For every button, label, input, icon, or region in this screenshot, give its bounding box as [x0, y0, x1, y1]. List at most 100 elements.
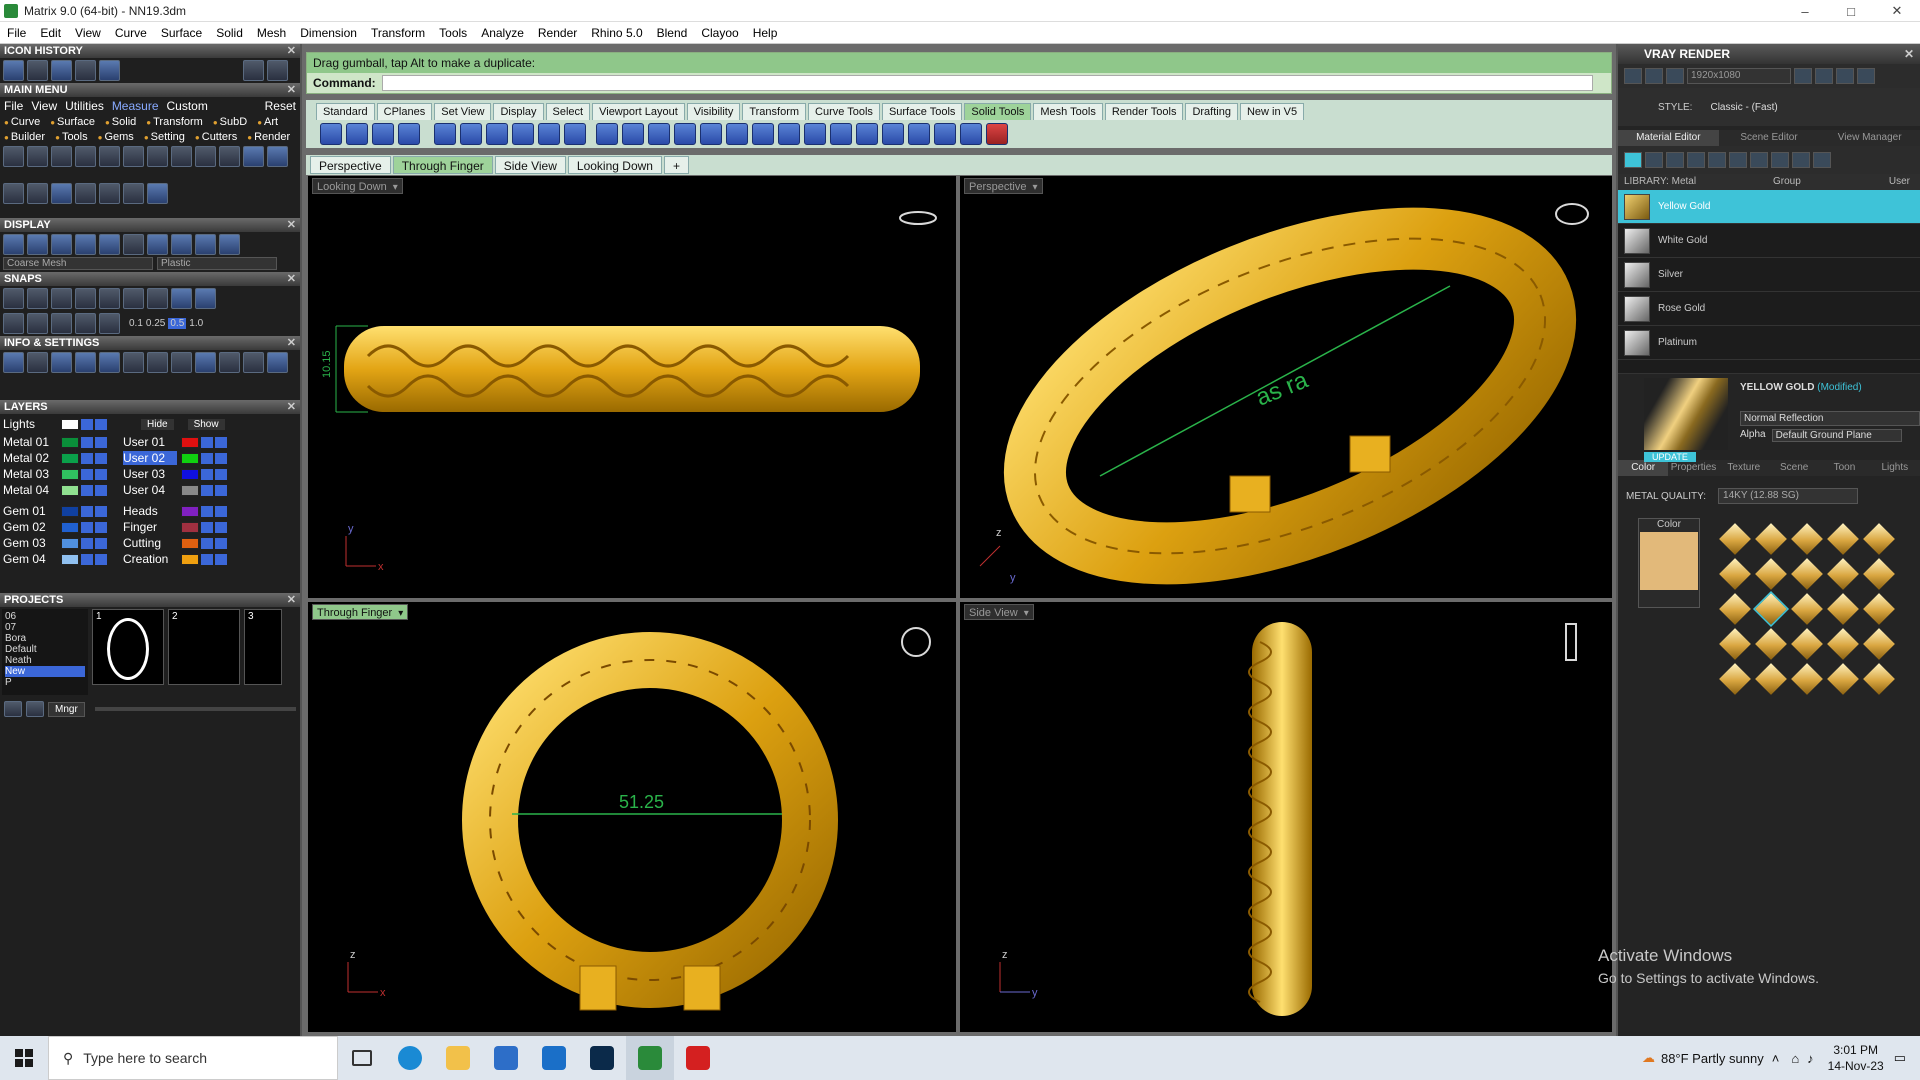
metal-swatch[interactable]: [1863, 663, 1895, 695]
layer-row[interactable]: User 01: [123, 434, 227, 450]
mm-view[interactable]: View: [31, 99, 57, 113]
delete-icon[interactable]: [986, 123, 1008, 145]
cat-transform[interactable]: Transform: [146, 116, 203, 128]
list-item[interactable]: Neath: [5, 655, 85, 666]
close-icon[interactable]: ✕: [287, 400, 296, 414]
list-item[interactable]: Yellow Gold: [1618, 190, 1920, 224]
rendered-icon[interactable]: [51, 234, 72, 255]
snap-near-icon[interactable]: [27, 288, 48, 309]
tab-view-manager[interactable]: View Manager: [1819, 130, 1920, 146]
mm-measure[interactable]: Measure: [112, 99, 159, 113]
layer-row[interactable]: Gem 04: [3, 551, 107, 567]
cat-solid[interactable]: Solid: [105, 116, 136, 128]
menu-help[interactable]: Help: [746, 26, 785, 40]
grid-view-icon[interactable]: [195, 352, 216, 373]
sphere-1-icon[interactable]: [147, 234, 168, 255]
metal-swatch[interactable]: [1863, 523, 1895, 555]
view-cube-icon[interactable]: [1555, 203, 1589, 225]
text-bold-tool-icon[interactable]: [147, 146, 168, 167]
scale-tool-icon[interactable]: [3, 182, 24, 204]
manager-button[interactable]: Mngr: [48, 701, 85, 717]
metal-swatch[interactable]: [1791, 663, 1823, 695]
metal-swatch[interactable]: [1791, 558, 1823, 590]
notification-icon[interactable]: ▭: [1894, 1050, 1906, 1066]
metal-swatch[interactable]: [1755, 663, 1787, 695]
boolean-intersection-icon[interactable]: [372, 123, 394, 145]
tab-properties[interactable]: Properties: [1668, 460, 1718, 476]
layer-row[interactable]: Heads: [123, 503, 227, 519]
color-swatch[interactable]: [1640, 532, 1698, 590]
cone-icon[interactable]: [512, 123, 534, 145]
minimize-button[interactable]: –: [1782, 0, 1828, 22]
up-icon[interactable]: [26, 701, 44, 717]
metal-swatch[interactable]: [1752, 590, 1790, 628]
technical-icon[interactable]: [123, 234, 144, 255]
menu-blend[interactable]: Blend: [650, 26, 695, 40]
snap-value-2[interactable]: 0.25: [146, 318, 165, 329]
metal-swatch[interactable]: [1719, 628, 1751, 660]
tab-render-tools[interactable]: Render Tools: [1104, 103, 1184, 120]
trim-tool-icon[interactable]: [219, 146, 240, 167]
list-item[interactable]: White Gold: [1618, 224, 1920, 258]
view-cube-icon[interactable]: [899, 211, 937, 225]
flow-tool-icon[interactable]: [99, 182, 120, 204]
layer-row[interactable]: User 04: [123, 482, 227, 498]
menu-rhino[interactable]: Rhino 5.0: [584, 26, 649, 40]
tab-new-in-v5[interactable]: New in V5: [1239, 103, 1305, 120]
curve-tool-icon[interactable]: [51, 146, 72, 167]
viewport-label[interactable]: Side View: [964, 604, 1034, 620]
tab-surface-tools[interactable]: Surface Tools: [881, 103, 963, 120]
mm-custom[interactable]: Custom: [167, 99, 208, 113]
twist-tool-icon[interactable]: [123, 182, 144, 204]
photoshop-button[interactable]: [578, 1036, 626, 1080]
tab-visibility[interactable]: Visibility: [686, 103, 741, 120]
ground-dropdown[interactable]: Default Ground Plane: [1771, 429, 1902, 442]
chevron-up-icon[interactable]: ˄: [1772, 1051, 1780, 1066]
move-tool-icon[interactable]: [243, 146, 264, 167]
snap-cen-icon[interactable]: [99, 288, 120, 309]
list-item[interactable]: Bora: [5, 633, 85, 644]
mail-button[interactable]: [530, 1036, 578, 1080]
menu-view[interactable]: View: [68, 26, 108, 40]
taskbar-search[interactable]: ⚲ Type here to search: [48, 1036, 338, 1080]
cat-setting[interactable]: Setting: [144, 131, 185, 143]
menu-transform[interactable]: Transform: [364, 26, 432, 40]
snap-int-icon[interactable]: [123, 288, 144, 309]
list-item[interactable]: P: [5, 677, 85, 688]
array-hole-icon[interactable]: [882, 123, 904, 145]
matrix-button[interactable]: [626, 1036, 674, 1080]
metal-swatch[interactable]: [1791, 523, 1823, 555]
show-button[interactable]: Show: [187, 418, 225, 430]
options-icon[interactable]: [1794, 68, 1812, 84]
boolean-split-icon[interactable]: [398, 123, 420, 145]
grid-icon[interactable]: [1750, 152, 1768, 168]
metal-swatch[interactable]: [1863, 628, 1895, 660]
move-face-icon[interactable]: [752, 123, 774, 145]
command-input[interactable]: [381, 75, 1593, 91]
cat-gems[interactable]: Gems: [98, 131, 133, 143]
mesh-dropdown[interactable]: Coarse Mesh: [3, 257, 153, 270]
tab-texture[interactable]: Texture: [1719, 460, 1769, 476]
project-slot[interactable]: 3: [244, 609, 282, 685]
gem-icon[interactable]: [1645, 152, 1663, 168]
smarttrack-icon[interactable]: [99, 313, 120, 334]
gear-icon[interactable]: [147, 352, 168, 373]
history-icon-1[interactable]: [3, 60, 24, 81]
metal-swatch[interactable]: [1755, 558, 1787, 590]
make-hole-icon[interactable]: [856, 123, 878, 145]
shell-icon[interactable]: [700, 123, 722, 145]
sphere-2-icon[interactable]: [171, 234, 192, 255]
list-item[interactable]: Default: [5, 644, 85, 655]
paint-icon[interactable]: [1792, 152, 1810, 168]
snap-mid-icon[interactable]: [75, 288, 96, 309]
fold-face-icon[interactable]: [804, 123, 826, 145]
viewport-through-finger[interactable]: Through Finger 51.25 z x: [308, 602, 956, 1032]
analyze-icon[interactable]: [267, 352, 288, 373]
list-item[interactable]: Platinum: [1618, 326, 1920, 360]
dropper-icon[interactable]: [1771, 152, 1789, 168]
tab-looking-down[interactable]: Looking Down: [567, 156, 662, 174]
metal-swatch[interactable]: [1863, 593, 1895, 625]
planar-icon[interactable]: [51, 313, 72, 334]
info-icon[interactable]: [3, 352, 24, 373]
polyline-tool-icon[interactable]: [27, 146, 48, 167]
